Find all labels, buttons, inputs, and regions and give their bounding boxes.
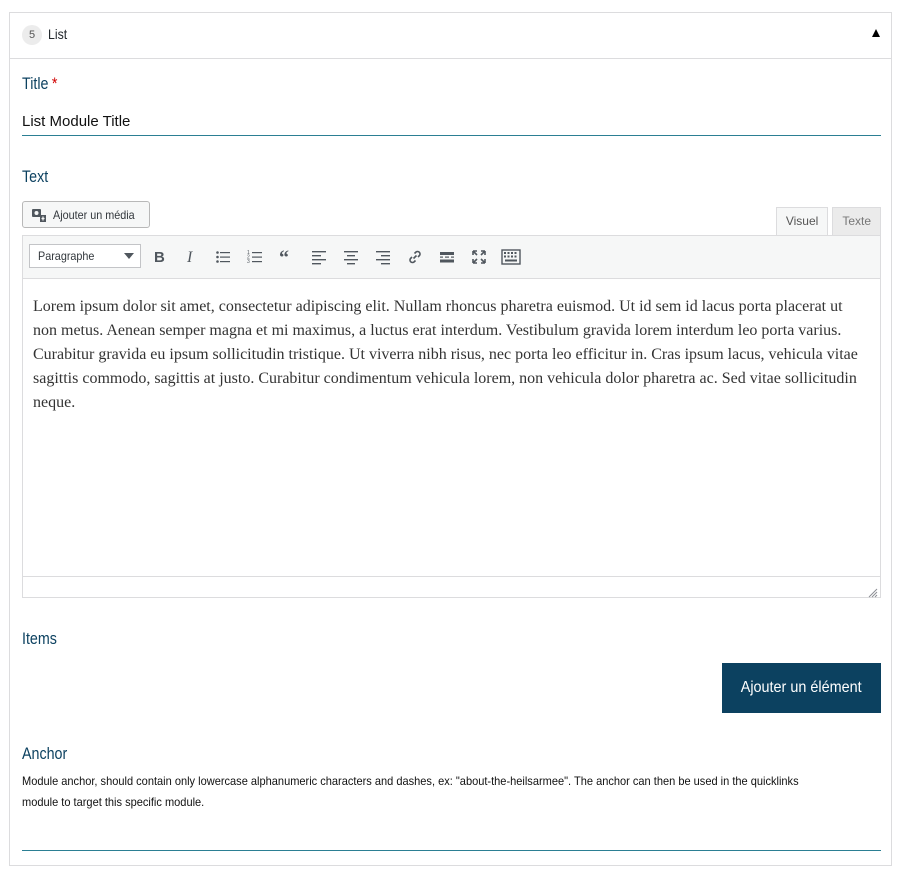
title-input[interactable] (22, 108, 881, 136)
bullet-list-icon (216, 251, 230, 263)
align-left-button[interactable] (307, 245, 331, 269)
align-left-icon (312, 251, 326, 265)
bold-button[interactable]: B (147, 245, 171, 269)
text-label: Text (22, 167, 49, 186)
add-media-button[interactable]: Ajouter un média (22, 201, 150, 228)
editor-content[interactable]: Lorem ipsum dolor sit amet, consectetur … (23, 279, 880, 415)
items-label: Items (22, 629, 57, 648)
anchor-description: Module anchor, should contain only lower… (22, 774, 799, 809)
required-mark: * (51, 74, 58, 93)
collapse-arrow-icon[interactable] (872, 29, 880, 37)
rich-text-editor: Paragraphe B I 1 2 3 “ Lorem ipsum dolor… (22, 235, 881, 598)
svg-text:3: 3 (247, 259, 250, 265)
editor-toolbar: Paragraphe B I 1 2 3 “ (23, 236, 880, 279)
fullscreen-button[interactable] (467, 245, 491, 269)
italic-icon: I (186, 249, 193, 265)
add-item-button[interactable]: Ajouter un élément (722, 663, 881, 713)
svg-text:B: B (154, 249, 165, 265)
toolbar-toggle-icon (501, 249, 521, 265)
link-icon (409, 250, 421, 264)
tab-visuel[interactable]: Visuel (775, 207, 829, 235)
align-right-icon (376, 251, 390, 265)
chevron-down-icon (124, 253, 134, 259)
numbered-list-button[interactable]: 1 2 3 (243, 245, 267, 269)
align-center-button[interactable] (339, 245, 363, 269)
numbered-list-icon: 1 2 3 (247, 250, 262, 265)
italic-button[interactable]: I (179, 245, 203, 269)
module-index-badge: 5 (22, 25, 42, 45)
svg-text:“: “ (279, 249, 289, 265)
svg-text:I: I (186, 249, 193, 265)
read-more-icon (440, 252, 454, 263)
toolbar-toggle-button[interactable] (499, 245, 523, 269)
anchor-label: Anchor (22, 744, 68, 763)
fullscreen-icon (472, 250, 486, 264)
module-name: List (48, 26, 68, 42)
link-button[interactable] (403, 245, 427, 269)
bold-icon: B (154, 249, 165, 265)
blockquote-icon: “ (279, 249, 289, 265)
anchor-input[interactable] (22, 823, 881, 851)
add-media-label: Ajouter un média (53, 207, 135, 222)
blockquote-button[interactable]: “ (275, 245, 299, 269)
align-right-button[interactable] (371, 245, 395, 269)
read-more-button[interactable] (435, 245, 459, 269)
media-icon (31, 207, 47, 223)
tab-texte[interactable]: Texte (832, 207, 881, 235)
module-header[interactable]: 5 List (10, 13, 891, 59)
editor-tabs: Visuel Texte (772, 207, 881, 235)
align-center-icon (344, 251, 358, 265)
title-label: Title * (22, 74, 58, 93)
editor-statusbar (23, 576, 880, 598)
resize-handle-icon[interactable] (868, 585, 878, 598)
format-select[interactable]: Paragraphe (29, 244, 141, 268)
bullet-list-button[interactable] (211, 245, 235, 269)
